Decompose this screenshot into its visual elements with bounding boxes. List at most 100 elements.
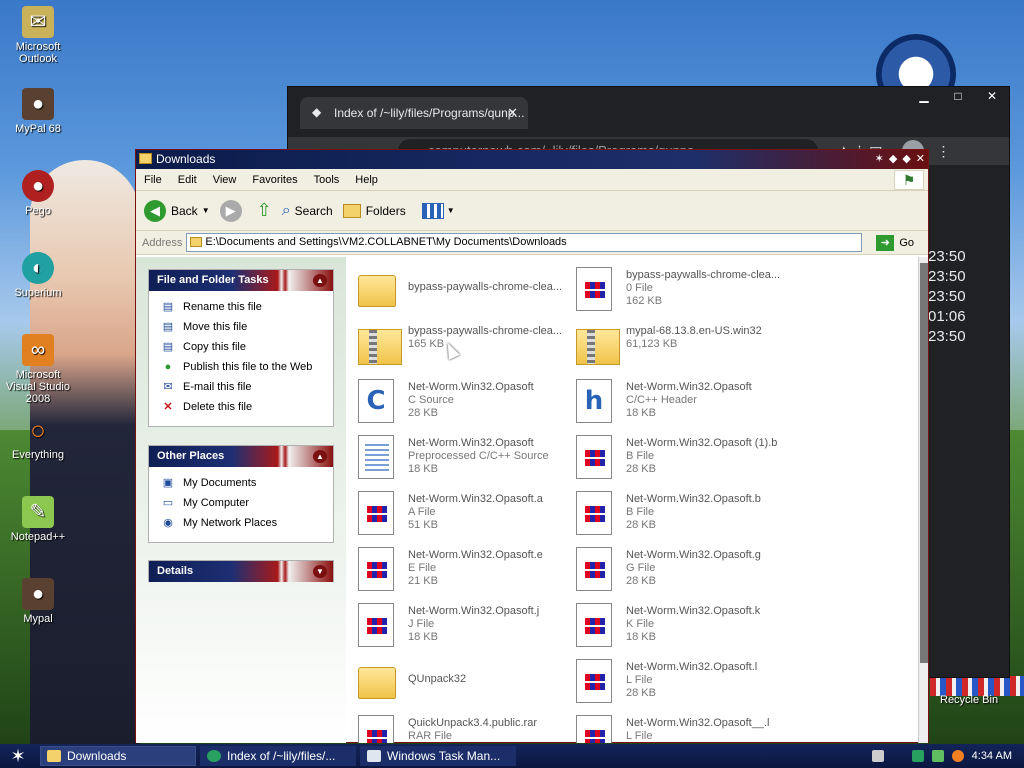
rename-file-task[interactable]: ▤ Rename this file — [149, 297, 333, 317]
file-item[interactable]: Net-Worm.Win32.Opasoft.a A File 51 KB — [350, 487, 568, 537]
file-item[interactable]: Net-Worm.Win32.Opasoft.k K File 18 KB — [568, 599, 786, 649]
file-item[interactable]: Net-Worm.Win32.Opasoft Preprocessed C/C++… — [350, 431, 568, 481]
menu-help[interactable]: Help — [347, 174, 386, 186]
time-cell: 23:50 — [928, 248, 966, 265]
keyboard-icon[interactable] — [871, 750, 884, 762]
other-places-header[interactable]: Other Places ▲ — [149, 446, 333, 467]
details-header[interactable]: Details ▼ — [149, 561, 333, 582]
chevron-down-icon[interactable]: ▼ — [313, 565, 327, 578]
desktop-icon-notepadpp[interactable]: ✎ Notepad++ — [0, 496, 76, 543]
minimize-icon[interactable]: ◆ — [889, 150, 897, 169]
file-item[interactable]: h Net-Worm.Win32.Opasoft C/C++ Header 18 KB — [568, 375, 786, 425]
explorer-window[interactable]: Downloads ✶ ◆ ◆ ✕ File Edit View Favorit… — [135, 149, 929, 743]
menu-tools[interactable]: Tools — [306, 174, 348, 186]
menu-edit[interactable]: Edit — [170, 174, 205, 186]
desktop-icon-pego[interactable]: ● Pego — [0, 170, 76, 217]
start-button[interactable]: ✶ — [0, 744, 36, 768]
desktop-icon-mypal[interactable]: ● Mypal — [0, 578, 76, 625]
task-manager-icon — [367, 750, 381, 762]
back-button[interactable]: ◀ Back ▼ — [144, 199, 210, 222]
file-tasks-panel: File and Folder Tasks ▲ ▤ Rename this fil… — [148, 269, 334, 427]
file-icon-wrap — [576, 659, 618, 703]
file-type: G File — [626, 562, 656, 574]
folders-button[interactable]: Folders — [342, 203, 406, 218]
taskbar-task-manager[interactable]: Windows Task Man... — [360, 746, 516, 766]
close-icon[interactable]: ✕ — [916, 150, 925, 169]
file-item[interactable]: mypal-68.13.8.en-US.win32 61,123 KB — [568, 319, 786, 369]
file-item[interactable]: QuickUnpack3.4.public.rar RAR File — [350, 711, 568, 743]
network-tray-icon[interactable] — [931, 750, 944, 762]
file-item[interactable]: Net-Worm.Win32.Opasoft.j J File 18 KB — [350, 599, 568, 649]
menu-kebab-icon[interactable]: ⋮ — [936, 143, 950, 160]
menu-file[interactable]: File — [136, 174, 170, 186]
file-item[interactable]: Net-Worm.Win32.Opasoft.b B File 28 KB — [568, 487, 786, 537]
menu-view[interactable]: View — [205, 174, 245, 186]
desktop-icon-mypal68[interactable]: ● MyPal 68 — [0, 88, 76, 135]
folders-icon — [342, 203, 361, 218]
file-name: mypal-68.13.8.en-US.win32 — [626, 325, 762, 337]
file-item[interactable]: bypass-paywalls-chrome-clea... 0 File 162 … — [568, 263, 786, 313]
delete-file-task[interactable]: ✕ Delete this file — [149, 397, 333, 417]
file-type: C/C++ Header — [626, 394, 697, 406]
tray-app-icon[interactable] — [911, 750, 924, 762]
file-type: 0 File — [626, 282, 653, 294]
email-file-task[interactable]: ✉ E-mail this file — [149, 377, 333, 397]
my-computer-link[interactable]: ▭ My Computer — [149, 493, 333, 513]
chevron-down-icon: ▼ — [446, 206, 455, 215]
desktop-icon-visual-studio[interactable]: ∞ Microsoft Visual Studio 2008 — [0, 334, 76, 405]
search-button[interactable]: ⌕ Search — [282, 202, 333, 220]
file-item[interactable]: Net-Worm.Win32.Opasoft (1).b B File 28 KB — [568, 431, 786, 481]
desktop-icon-superium[interactable]: ◐ Superium — [0, 252, 76, 299]
generic-file-icon — [576, 715, 612, 743]
file-item[interactable]: Net-Worm.Win32.Opasoft__.l L File — [568, 711, 786, 743]
chevron-down-icon[interactable]: ▼ — [202, 206, 210, 215]
everything-tray-icon[interactable] — [951, 750, 964, 762]
address-input[interactable]: E:\Documents and Settings\VM2.COLLABNET\… — [186, 233, 863, 252]
maximize-icon[interactable]: □ — [941, 87, 975, 105]
file-size: 51 KB — [408, 519, 438, 531]
my-documents-icon: ▣ — [162, 477, 174, 489]
publish-file-task[interactable]: ● Publish this file to the Web — [149, 357, 333, 377]
go-button[interactable]: ➜ Go — [876, 234, 914, 251]
menu-favorites[interactable]: Favorites — [244, 174, 305, 186]
taskbar-browser[interactable]: Index of /~lily/files/... — [200, 746, 356, 766]
file-item[interactable]: Net-Worm.Win32.Opasoft.l L File 28 KB — [568, 655, 786, 705]
desktop-icon-everything[interactable]: ○ Everything — [0, 414, 76, 461]
chevron-up-icon[interactable]: ▲ — [313, 274, 327, 287]
forward-button[interactable]: ▶ — [219, 199, 247, 222]
file-label: Net-Worm.Win32.Opasoft Preprocessed C/C++… — [408, 437, 574, 476]
scrollbar-thumb[interactable] — [920, 263, 928, 663]
star-icon[interactable]: ✶ — [875, 150, 884, 169]
recycle-bin-label[interactable]: Recycle Bin — [940, 694, 998, 706]
my-documents-link[interactable]: ▣ My Documents — [149, 473, 333, 493]
my-network-places-link[interactable]: ◉ My Network Places — [149, 513, 333, 533]
file-item[interactable]: QUnpack32 — [350, 655, 568, 705]
minimize-icon[interactable]: ▁ — [907, 87, 941, 105]
maximize-icon[interactable]: ◆ — [902, 150, 910, 169]
folder-icon — [190, 237, 203, 247]
visual-studio-icon: ∞ — [22, 334, 54, 366]
other-places-panel: Other Places ▲ ▣ My Documents ▭ My Compute… — [148, 445, 334, 543]
file-item[interactable]: bypass-paywalls-chrome-clea... — [350, 263, 568, 313]
file-tasks-header[interactable]: File and Folder Tasks ▲ — [149, 270, 333, 291]
views-button[interactable]: ▼ — [416, 202, 455, 219]
taskbar-downloads[interactable]: Downloads — [40, 746, 196, 766]
move-file-task[interactable]: ▤ Move this file — [149, 317, 333, 337]
close-icon[interactable]: ✕ — [975, 87, 1009, 105]
file-item[interactable]: Net-Worm.Win32.Opasoft.g G File 28 KB — [568, 543, 786, 593]
folder-icon-wrap — [358, 267, 400, 311]
chevron-up-icon[interactable]: ▲ — [313, 450, 327, 463]
file-item[interactable]: bypass-paywalls-chrome-clea... 165 KB — [350, 319, 568, 369]
file-item[interactable]: C Net-Worm.Win32.Opasoft C Source 28 KB — [350, 375, 568, 425]
explorer-titlebar[interactable]: Downloads ✶ ◆ ◆ ✕ — [136, 150, 928, 169]
desktop-icon-outlook[interactable]: ✉ Microsoft Outlook — [0, 6, 76, 65]
close-tab-icon[interactable]: ✕ — [507, 105, 518, 121]
up-folder-icon: ⇧ — [256, 200, 272, 220]
up-button[interactable]: ⇧ — [257, 200, 272, 221]
vertical-scrollbar[interactable] — [918, 257, 928, 743]
file-item[interactable]: Net-Worm.Win32.Opasoft.e E File 21 KB — [350, 543, 568, 593]
system-tray: 4:34 AM — [860, 744, 1024, 768]
copy-file-task[interactable]: ▤ Copy this file — [149, 337, 333, 357]
browser-tab[interactable]: ◆ Index of /~lily/files/Programs/qunp...… — [300, 97, 528, 129]
clock[interactable]: 4:34 AM — [972, 750, 1012, 762]
